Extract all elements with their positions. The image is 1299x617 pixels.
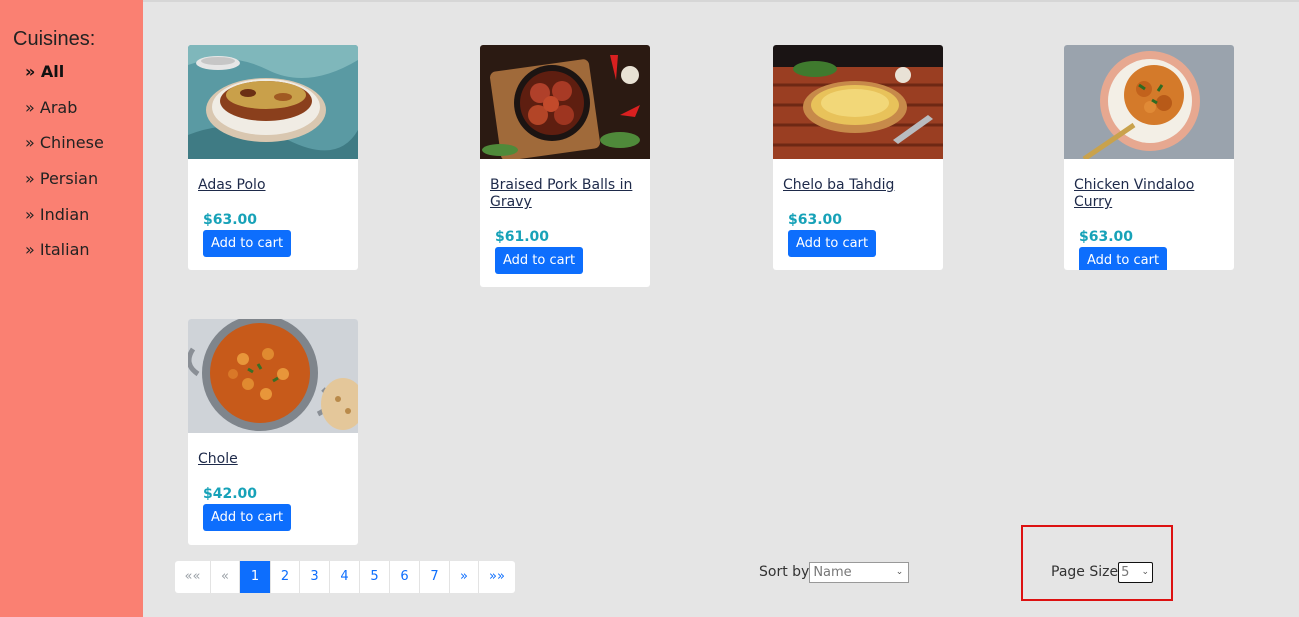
product-card: Chelo ba Tahdig $63.00 Add to cart xyxy=(773,45,943,270)
cuisine-item-arab[interactable]: » Arab xyxy=(25,98,104,134)
page-3-button[interactable]: 3 xyxy=(300,561,330,593)
product-card: Chicken Vindaloo Curry $63.00 Add to car… xyxy=(1064,45,1234,270)
product-card: Adas Polo $63.00 Add to cart xyxy=(188,45,358,270)
page-size-label: Page Size xyxy=(1051,564,1119,580)
product-price: $61.00 xyxy=(495,229,550,245)
sort-label: Sort by xyxy=(759,564,810,580)
product-card: Braised Pork Balls in Gravy $61.00 Add t… xyxy=(480,45,650,287)
page-7-button[interactable]: 7 xyxy=(420,561,450,593)
page-first-button[interactable]: «« xyxy=(175,561,211,593)
cuisine-list: » All » Arab » Chinese » Persian » India… xyxy=(25,62,104,276)
product-title-link[interactable]: Chole xyxy=(198,451,348,468)
page-last-button[interactable]: »» xyxy=(479,561,515,593)
page-5-button[interactable]: 5 xyxy=(360,561,390,593)
product-image-chicken-vindaloo-curry[interactable] xyxy=(1064,45,1234,159)
cuisine-item-persian[interactable]: » Persian xyxy=(25,169,104,205)
add-to-cart-button[interactable]: Add to cart xyxy=(203,504,292,531)
add-to-cart-button[interactable]: Add to cart xyxy=(203,230,292,257)
cuisine-item-italian[interactable]: » Italian xyxy=(25,240,104,276)
product-title-link[interactable]: Chelo ba Tahdig xyxy=(783,177,933,194)
product-card: Chole $42.00 Add to cart xyxy=(188,319,358,545)
product-price: $63.00 xyxy=(788,212,843,228)
page-size-control: Page Size 5 ⌄ xyxy=(1051,561,1154,583)
add-to-cart-button[interactable]: Add to cart xyxy=(788,230,877,257)
product-image-braised-pork-balls[interactable] xyxy=(480,45,650,159)
page-size-select-value: 5 xyxy=(1121,564,1130,580)
sidebar-title: Cuisines: xyxy=(13,28,96,50)
page-prev-button[interactable]: « xyxy=(211,561,240,593)
chevron-down-icon: ⌄ xyxy=(895,567,904,577)
product-image-adas-polo[interactable] xyxy=(188,45,358,159)
page-6-button[interactable]: 6 xyxy=(390,561,420,593)
product-title-link[interactable]: Braised Pork Balls in Gravy xyxy=(490,177,640,211)
cuisine-item-indian[interactable]: » Indian xyxy=(25,205,104,241)
page-next-button[interactable]: » xyxy=(450,561,479,593)
product-image-chelo-ba-tahdig[interactable] xyxy=(773,45,943,159)
sort-control: Sort by Name ⌄ xyxy=(759,561,910,583)
product-price: $63.00 xyxy=(1079,229,1134,245)
product-image-chole[interactable] xyxy=(188,319,358,433)
product-title-link[interactable]: Adas Polo xyxy=(198,177,348,194)
cuisine-item-all[interactable]: » All xyxy=(25,62,104,98)
cuisine-sidebar: Cuisines: » All » Arab » Chinese » Persi… xyxy=(0,0,143,617)
add-to-cart-button[interactable]: Add to cart xyxy=(495,247,584,274)
page-4-button[interactable]: 4 xyxy=(330,561,360,593)
add-to-cart-button[interactable]: Add to cart xyxy=(1079,247,1168,270)
chevron-down-icon: ⌄ xyxy=(1141,567,1150,577)
sort-select[interactable]: Name ⌄ xyxy=(809,561,910,583)
pagination: «« « 1 2 3 4 5 6 7 » »» xyxy=(175,561,515,593)
page-2-button[interactable]: 2 xyxy=(271,561,300,593)
product-price: $42.00 xyxy=(203,486,258,502)
page-1-button[interactable]: 1 xyxy=(240,561,271,593)
product-price: $63.00 xyxy=(203,212,258,228)
product-title-link[interactable]: Chicken Vindaloo Curry xyxy=(1074,177,1224,211)
sort-select-value: Name xyxy=(813,564,852,580)
top-divider xyxy=(143,0,1299,2)
page-size-select[interactable]: 5 ⌄ xyxy=(1118,561,1154,583)
cuisine-item-chinese[interactable]: » Chinese xyxy=(25,133,104,169)
